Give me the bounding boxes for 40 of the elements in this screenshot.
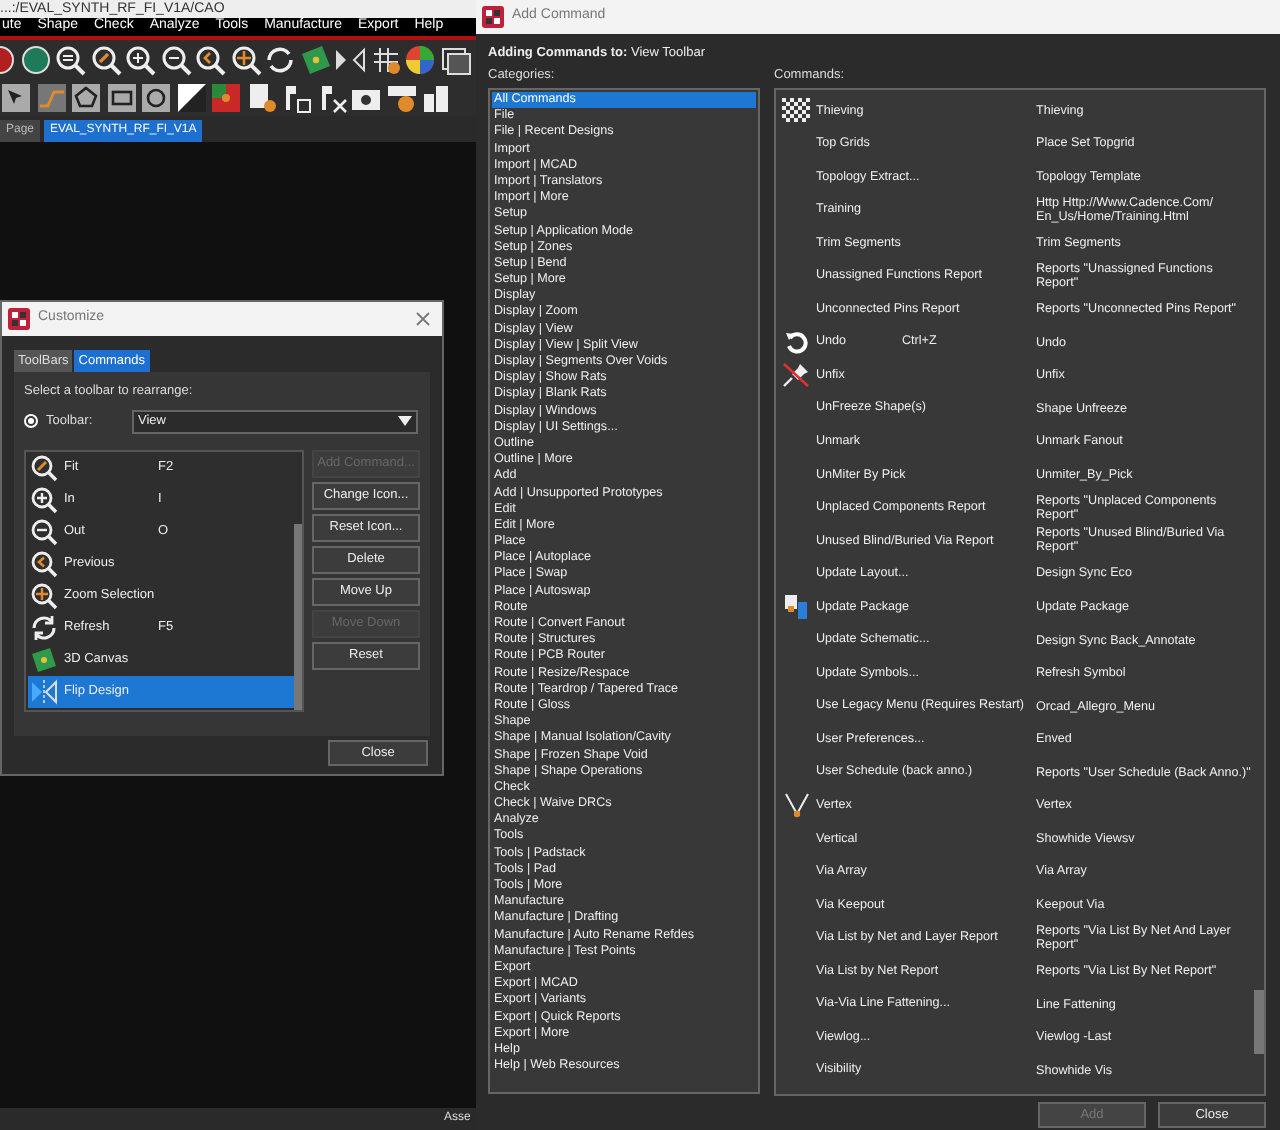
- flip-icon[interactable]: [334, 44, 366, 76]
- close-icon[interactable]: [416, 312, 430, 326]
- checker-pattern-icon: [782, 98, 810, 123]
- radio-button[interactable]: [24, 414, 38, 429]
- color-wheel-icon[interactable]: [404, 44, 436, 76]
- diagonal-icon[interactable]: [175, 82, 207, 114]
- pin-square-icon[interactable]: [210, 82, 242, 114]
- zoom-out-icon: [30, 517, 58, 546]
- window-icon[interactable]: [439, 44, 471, 76]
- zoom-selection-icon: [30, 581, 58, 610]
- zoom-previous-icon: [30, 549, 58, 578]
- zoom-fit-icon: [30, 453, 58, 482]
- zoom-selection-icon[interactable]: [229, 44, 261, 76]
- zoom-fit-icon[interactable]: [89, 44, 121, 76]
- circle-icon[interactable]: [140, 82, 172, 114]
- grid-icon[interactable]: [369, 44, 401, 76]
- zoom-in-icon: [30, 485, 58, 514]
- vertex-icon: [783, 792, 809, 819]
- circuit-board-icon[interactable]: [299, 44, 331, 76]
- select-icon[interactable]: [0, 82, 32, 114]
- refresh-icon: [30, 613, 58, 642]
- zoom-previous-icon[interactable]: [194, 44, 226, 76]
- dropdown-caret-icon: [398, 416, 412, 427]
- stairs-icon[interactable]: [35, 82, 67, 114]
- pin-icon[interactable]: [280, 82, 312, 114]
- circuit-board-icon: [30, 645, 58, 674]
- rectangle-icon[interactable]: [105, 82, 137, 114]
- app-logo-icon: [8, 308, 30, 330]
- pentagon-icon[interactable]: [70, 82, 102, 114]
- document-icon[interactable]: [245, 82, 277, 114]
- app-logo-icon: [482, 6, 504, 28]
- package-document-icon: [784, 593, 808, 620]
- zoom-icon[interactable]: [54, 44, 86, 76]
- zoom-out-icon[interactable]: [159, 44, 191, 76]
- undo-icon: [784, 330, 808, 355]
- disc-icon[interactable]: [19, 44, 51, 76]
- refresh-icon[interactable]: [264, 44, 296, 76]
- flip-icon: [30, 677, 58, 706]
- pin-crossed-icon: [782, 362, 810, 389]
- zoom-in-icon[interactable]: [124, 44, 156, 76]
